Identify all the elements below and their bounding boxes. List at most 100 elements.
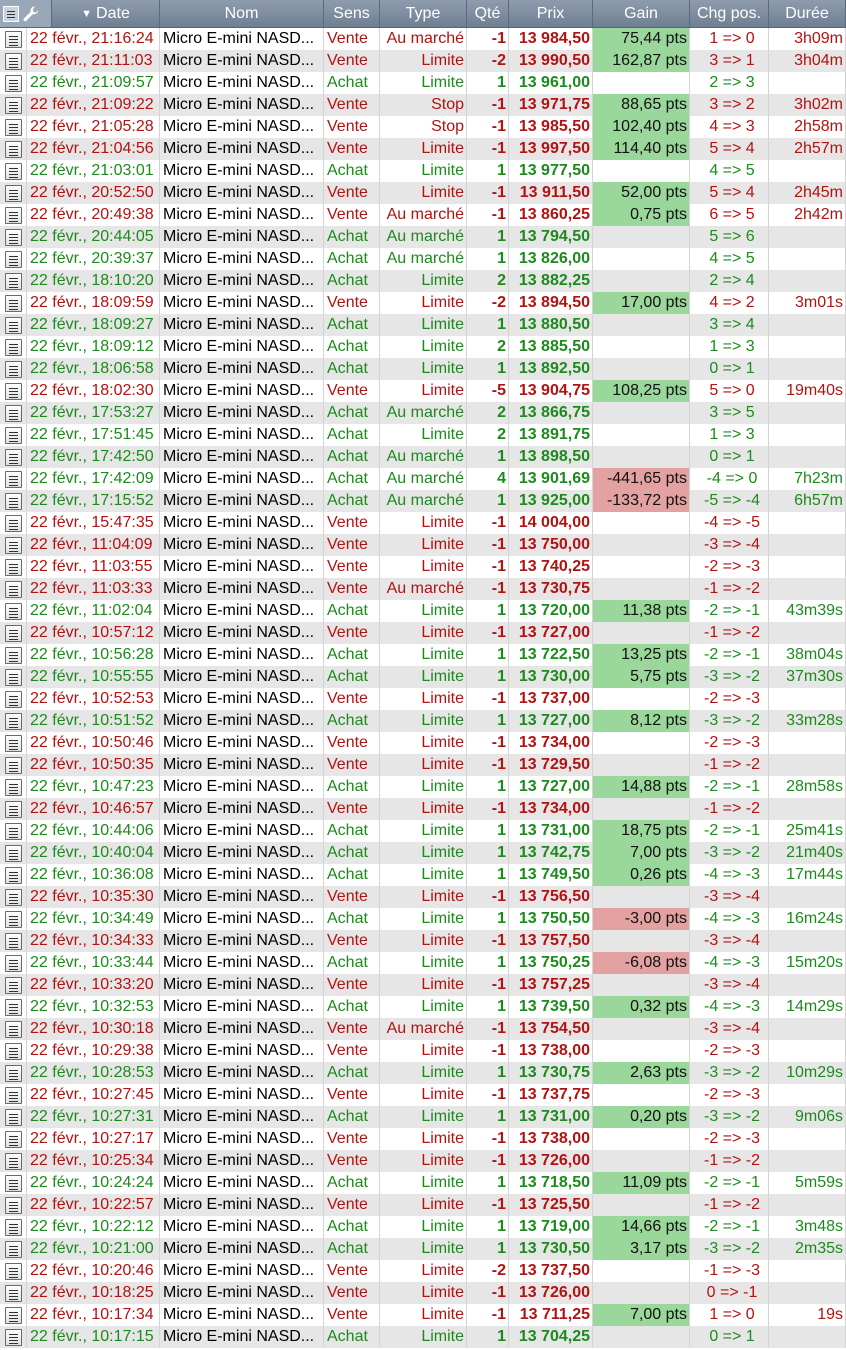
- row-details-cell[interactable]: [0, 160, 27, 182]
- document-details-icon[interactable]: [4, 910, 22, 928]
- row-details-cell[interactable]: [0, 578, 27, 600]
- row-details-cell[interactable]: [0, 886, 27, 908]
- table-row[interactable]: 22 févr., 10:50:46 Micro E-mini NASD... Ve…: [0, 732, 846, 754]
- row-details-cell[interactable]: [0, 1194, 27, 1216]
- row-details-cell[interactable]: [0, 600, 27, 622]
- table-row[interactable]: 22 févr., 17:42:50 Micro E-mini NASD... Ac…: [0, 446, 846, 468]
- document-details-icon[interactable]: [4, 74, 22, 92]
- row-details-cell[interactable]: [0, 1150, 27, 1172]
- table-row[interactable]: 22 févr., 21:11:03 Micro E-mini NASD... Ve…: [0, 50, 846, 72]
- document-details-icon[interactable]: [4, 1196, 22, 1214]
- column-header-nom[interactable]: Nom: [160, 0, 324, 27]
- table-row[interactable]: 22 févr., 11:04:09 Micro E-mini NASD... Ve…: [0, 534, 846, 556]
- table-row[interactable]: 22 févr., 10:55:55 Micro E-mini NASD... Ac…: [0, 666, 846, 688]
- table-row[interactable]: 22 févr., 20:39:37 Micro E-mini NASD... Ac…: [0, 248, 846, 270]
- table-row[interactable]: 22 févr., 17:53:27 Micro E-mini NASD... Ac…: [0, 402, 846, 424]
- document-details-icon[interactable]: [4, 734, 22, 752]
- table-row[interactable]: 22 févr., 11:03:55 Micro E-mini NASD... Ve…: [0, 556, 846, 578]
- document-details-icon[interactable]: [4, 1130, 22, 1148]
- document-details-icon[interactable]: [4, 1328, 22, 1346]
- row-details-cell[interactable]: [0, 1084, 27, 1106]
- table-row[interactable]: 22 févr., 20:52:50 Micro E-mini NASD... Ve…: [0, 182, 846, 204]
- row-details-cell[interactable]: [0, 446, 27, 468]
- row-details-cell[interactable]: [0, 270, 27, 292]
- document-details-icon[interactable]: [4, 800, 22, 818]
- wrench-icon[interactable]: [22, 5, 40, 23]
- row-details-cell[interactable]: [0, 1326, 27, 1348]
- document-details-icon[interactable]: [4, 96, 22, 114]
- row-details-cell[interactable]: [0, 534, 27, 556]
- table-row[interactable]: 22 févr., 10:27:45 Micro E-mini NASD... Ve…: [0, 1084, 846, 1106]
- table-row[interactable]: 22 févr., 18:09:27 Micro E-mini NASD... Ac…: [0, 314, 846, 336]
- document-details-icon[interactable]: [4, 1262, 22, 1280]
- row-details-cell[interactable]: [0, 204, 27, 226]
- column-header-date[interactable]: ▼ Date: [52, 0, 160, 27]
- row-details-cell[interactable]: [0, 996, 27, 1018]
- column-header-chg-pos[interactable]: Chg pos.: [690, 0, 769, 27]
- column-header-duree[interactable]: Durée: [769, 0, 846, 27]
- document-details-icon[interactable]: [4, 294, 22, 312]
- row-details-cell[interactable]: [0, 732, 27, 754]
- table-row[interactable]: 22 févr., 10:34:49 Micro E-mini NASD... Ac…: [0, 908, 846, 930]
- document-details-icon[interactable]: [4, 404, 22, 422]
- document-details-icon[interactable]: [4, 360, 22, 378]
- row-details-cell[interactable]: [0, 358, 27, 380]
- document-details-icon[interactable]: [4, 1306, 22, 1324]
- table-row[interactable]: 22 févr., 10:24:24 Micro E-mini NASD... Ac…: [0, 1172, 846, 1194]
- document-details-icon[interactable]: [4, 778, 22, 796]
- column-header-qte[interactable]: Qté: [467, 0, 509, 27]
- row-details-cell[interactable]: [0, 1062, 27, 1084]
- row-details-cell[interactable]: [0, 974, 27, 996]
- row-details-cell[interactable]: [0, 512, 27, 534]
- table-row[interactable]: 22 févr., 10:57:12 Micro E-mini NASD... Ve…: [0, 622, 846, 644]
- document-details-icon[interactable]: [4, 756, 22, 774]
- row-details-cell[interactable]: [0, 28, 27, 50]
- row-details-cell[interactable]: [0, 754, 27, 776]
- document-details-icon[interactable]: [4, 184, 22, 202]
- table-row[interactable]: 22 févr., 10:25:34 Micro E-mini NASD... Ve…: [0, 1150, 846, 1172]
- row-details-cell[interactable]: [0, 1282, 27, 1304]
- document-details-icon[interactable]: [4, 536, 22, 554]
- column-header-prix[interactable]: Prix: [509, 0, 593, 27]
- document-details-icon[interactable]: [4, 140, 22, 158]
- document-details-icon[interactable]: [4, 668, 22, 686]
- row-details-cell[interactable]: [0, 336, 27, 358]
- row-details-cell[interactable]: [0, 314, 27, 336]
- document-details-icon[interactable]: [4, 514, 22, 532]
- row-details-cell[interactable]: [0, 1216, 27, 1238]
- row-details-cell[interactable]: [0, 1172, 27, 1194]
- table-row[interactable]: 22 févr., 17:15:52 Micro E-mini NASD... Ac…: [0, 490, 846, 512]
- table-row[interactable]: 22 févr., 10:36:08 Micro E-mini NASD... Ac…: [0, 864, 846, 886]
- row-details-cell[interactable]: [0, 402, 27, 424]
- row-details-cell[interactable]: [0, 116, 27, 138]
- document-details-icon[interactable]: [4, 624, 22, 642]
- table-row[interactable]: 22 févr., 10:21:00 Micro E-mini NASD... Ac…: [0, 1238, 846, 1260]
- table-row[interactable]: 22 févr., 17:42:09 Micro E-mini NASD... Ac…: [0, 468, 846, 490]
- document-details-icon[interactable]: [4, 558, 22, 576]
- row-details-cell[interactable]: [0, 644, 27, 666]
- row-details-cell[interactable]: [0, 182, 27, 204]
- table-row[interactable]: 22 févr., 10:17:34 Micro E-mini NASD... Ve…: [0, 1304, 846, 1326]
- row-details-cell[interactable]: [0, 776, 27, 798]
- table-row[interactable]: 22 févr., 21:16:24 Micro E-mini NASD... Ve…: [0, 28, 846, 50]
- document-details-icon[interactable]: [4, 932, 22, 950]
- row-details-cell[interactable]: [0, 622, 27, 644]
- document-details-icon[interactable]: [4, 52, 22, 70]
- row-details-cell[interactable]: [0, 490, 27, 512]
- row-details-cell[interactable]: [0, 72, 27, 94]
- document-details-icon[interactable]: [4, 1108, 22, 1126]
- table-row[interactable]: 22 févr., 20:49:38 Micro E-mini NASD... Ve…: [0, 204, 846, 226]
- table-row[interactable]: 22 févr., 21:09:57 Micro E-mini NASD... Ac…: [0, 72, 846, 94]
- row-details-cell[interactable]: [0, 864, 27, 886]
- row-details-cell[interactable]: [0, 94, 27, 116]
- row-details-cell[interactable]: [0, 226, 27, 248]
- row-details-cell[interactable]: [0, 820, 27, 842]
- table-row[interactable]: 22 févr., 20:44:05 Micro E-mini NASD... Ac…: [0, 226, 846, 248]
- row-details-cell[interactable]: [0, 292, 27, 314]
- row-details-cell[interactable]: [0, 930, 27, 952]
- document-details-icon[interactable]: [4, 888, 22, 906]
- row-details-cell[interactable]: [0, 710, 27, 732]
- table-row[interactable]: 22 févr., 10:52:53 Micro E-mini NASD... Ve…: [0, 688, 846, 710]
- row-details-cell[interactable]: [0, 138, 27, 160]
- table-row[interactable]: 22 févr., 10:51:52 Micro E-mini NASD... Ac…: [0, 710, 846, 732]
